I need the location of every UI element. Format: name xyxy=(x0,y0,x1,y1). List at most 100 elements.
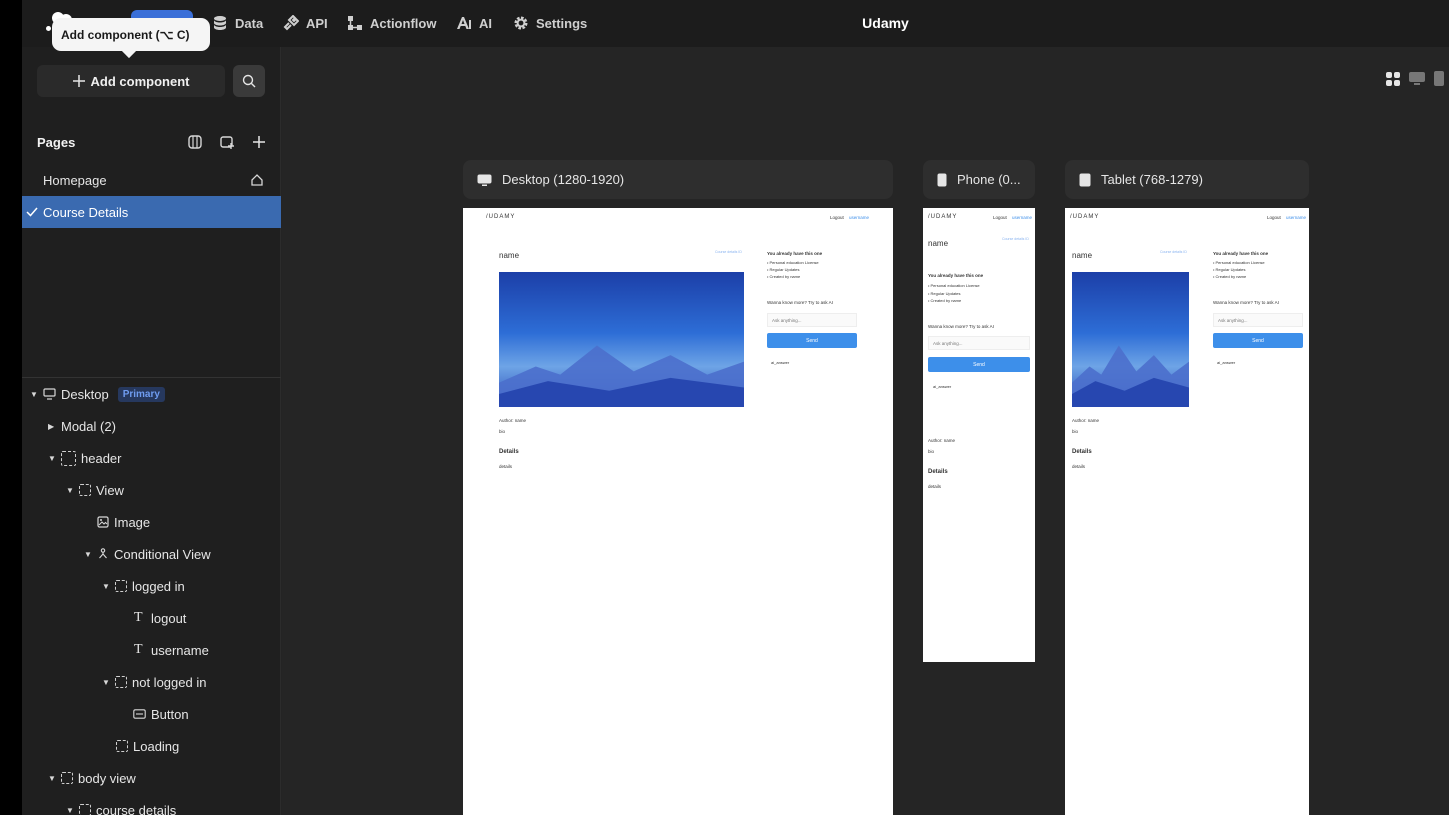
monitor-icon xyxy=(43,388,56,400)
frame-header-phone[interactable]: Phone (0... xyxy=(923,160,1035,199)
preview-bio: bio xyxy=(928,449,935,454)
tree-item-button[interactable]: Button xyxy=(133,704,189,724)
preview-bullet: • Regular Updates xyxy=(1213,267,1246,272)
desktop-view-icon[interactable] xyxy=(1409,72,1425,85)
preview-course-name: name xyxy=(928,239,949,248)
tree-label: logout xyxy=(151,610,187,626)
tree-item-desktop[interactable]: ▼ Desktop Primary xyxy=(30,384,165,404)
preview-ask-title: Wanna know more? Try to ask AI xyxy=(1213,300,1279,305)
primary-badge: Primary xyxy=(117,386,165,402)
preview-logo: /UDAMY xyxy=(486,214,516,220)
preview-logout[interactable]: Logout xyxy=(1267,215,1281,220)
caret-down-icon[interactable]: ▼ xyxy=(102,678,110,687)
add-folder-icon[interactable] xyxy=(218,133,236,151)
add-component-label: Add component xyxy=(90,73,190,89)
desktop-preview[interactable]: /UDAMY Logout username name Course detai… xyxy=(463,208,893,815)
preview-ask-title: Wanna know more? Try to ask AI xyxy=(767,300,833,305)
preview-ask-input[interactable]: Ask anything... xyxy=(928,336,1030,350)
preview-send-button[interactable]: Send xyxy=(1213,333,1303,348)
page-course-details[interactable]: Course Details xyxy=(22,196,281,228)
caret-down-icon[interactable]: ▼ xyxy=(66,486,74,495)
preview-details: details xyxy=(1072,464,1086,469)
container-icon xyxy=(79,804,91,815)
preview-side-link: Course details ID xyxy=(715,250,742,254)
preview-ai-answer: ai_answer xyxy=(933,384,952,389)
tree-item-view[interactable]: ▼ View xyxy=(66,480,124,500)
preview-details: details xyxy=(928,484,942,489)
grid-view-icon[interactable] xyxy=(1386,71,1400,86)
frame-header-desktop[interactable]: Desktop (1280-1920) xyxy=(463,160,893,199)
container-icon xyxy=(115,580,127,592)
tree-item-body-view[interactable]: ▼ body view xyxy=(48,768,136,788)
check-icon xyxy=(26,207,38,217)
caret-down-icon[interactable]: ▼ xyxy=(84,550,92,559)
caret-down-icon[interactable]: ▼ xyxy=(66,806,74,815)
frame-header-tablet[interactable]: Tablet (768-1279) xyxy=(1065,160,1309,199)
tree-item-loading[interactable]: Loading xyxy=(116,736,179,756)
pages-layout-icon[interactable] xyxy=(186,133,204,151)
preview-details-title: Details xyxy=(499,449,519,455)
caret-right-icon[interactable]: ▶ xyxy=(48,422,56,431)
preview-details-title: Details xyxy=(928,469,948,475)
page-course-details-label: Course Details xyxy=(43,204,129,220)
app-window: Data API Actionflow AI Settings Udamy Ad… xyxy=(22,0,1449,815)
page-homepage-label: Homepage xyxy=(43,172,107,188)
preview-send-button[interactable]: Send xyxy=(928,357,1030,372)
tree-item-modal[interactable]: ▶ Modal (2) xyxy=(48,416,116,436)
preview-ask-title: Wanna know more? Try to ask AI xyxy=(928,324,994,329)
container-icon xyxy=(115,676,127,688)
caret-down-icon[interactable]: ▼ xyxy=(102,582,110,591)
container-icon xyxy=(61,450,76,466)
preview-bullet: • Regular Updates xyxy=(928,291,961,296)
frame-label: Tablet (768-1279) xyxy=(1101,172,1203,187)
preview-bullet: • Personal education License xyxy=(767,260,819,265)
view-switcher xyxy=(1386,71,1444,86)
phone-view-icon[interactable] xyxy=(1434,71,1444,86)
tree-label: body view xyxy=(78,770,136,786)
tree-item-course-details[interactable]: ▼ course details xyxy=(66,800,176,815)
top-bar: Data API Actionflow AI Settings Udamy xyxy=(22,0,1449,47)
tree-label: Loading xyxy=(133,738,180,754)
phone-preview[interactable]: /UDAMY Logout username name Course detai… xyxy=(923,208,1035,662)
tree-label: View xyxy=(96,482,124,498)
caret-down-icon[interactable]: ▼ xyxy=(48,774,56,783)
preview-already-have: You already have this one xyxy=(1213,251,1269,256)
add-component-tooltip: Add component (⌥ C) xyxy=(52,18,210,51)
preview-send-button[interactable]: Send xyxy=(767,333,857,348)
preview-ask-input[interactable]: Ask anything... xyxy=(767,313,857,327)
tree-label: Button xyxy=(151,706,189,722)
preview-hero-image xyxy=(1072,272,1189,407)
preview-logout[interactable]: Logout xyxy=(993,215,1007,220)
tree-label: course details xyxy=(96,802,177,815)
tree-item-not-logged-in[interactable]: ▼ not logged in xyxy=(102,672,206,692)
preview-course-name: name xyxy=(499,251,520,260)
tree-item-username[interactable]: T username xyxy=(134,640,209,660)
tree-item-logged-in[interactable]: ▼ logged in xyxy=(102,576,185,596)
caret-down-icon[interactable]: ▼ xyxy=(48,454,56,463)
preview-ai-answer: ai_answer xyxy=(1217,360,1236,365)
tree-label: header xyxy=(81,450,122,466)
preview-ai-answer: ai_answer xyxy=(771,360,790,365)
tree-item-header[interactable]: ▼ header xyxy=(48,448,121,468)
tree-item-logout[interactable]: T logout xyxy=(134,608,186,628)
monitor-icon xyxy=(477,174,492,186)
tree-item-image[interactable]: Image xyxy=(97,512,150,532)
plus-icon xyxy=(72,75,85,87)
tree-item-conditional-view[interactable]: ▼ Conditional View xyxy=(84,544,211,564)
tree-label: Modal (2) xyxy=(61,418,116,434)
container-icon xyxy=(116,740,128,752)
container-icon xyxy=(79,484,91,496)
add-component-button[interactable]: Add component xyxy=(37,65,225,97)
preview-ask-input[interactable]: Ask anything... xyxy=(1213,313,1303,327)
add-page-icon[interactable] xyxy=(250,133,268,151)
caret-down-icon[interactable]: ▼ xyxy=(30,390,38,399)
search-button[interactable] xyxy=(233,65,265,97)
preview-author: Author: name xyxy=(1072,418,1100,423)
preview-details: details xyxy=(499,464,513,469)
tablet-preview[interactable]: /UDAMY Logout username name Course detai… xyxy=(1065,208,1309,815)
frame-label: Desktop (1280-1920) xyxy=(502,172,625,187)
canvas[interactable]: Desktop (1280-1920) Phone (0... Tablet (… xyxy=(282,47,1449,815)
preview-details-title: Details xyxy=(1072,449,1092,455)
preview-logout[interactable]: Logout xyxy=(830,215,844,220)
page-homepage[interactable]: Homepage xyxy=(22,164,281,196)
